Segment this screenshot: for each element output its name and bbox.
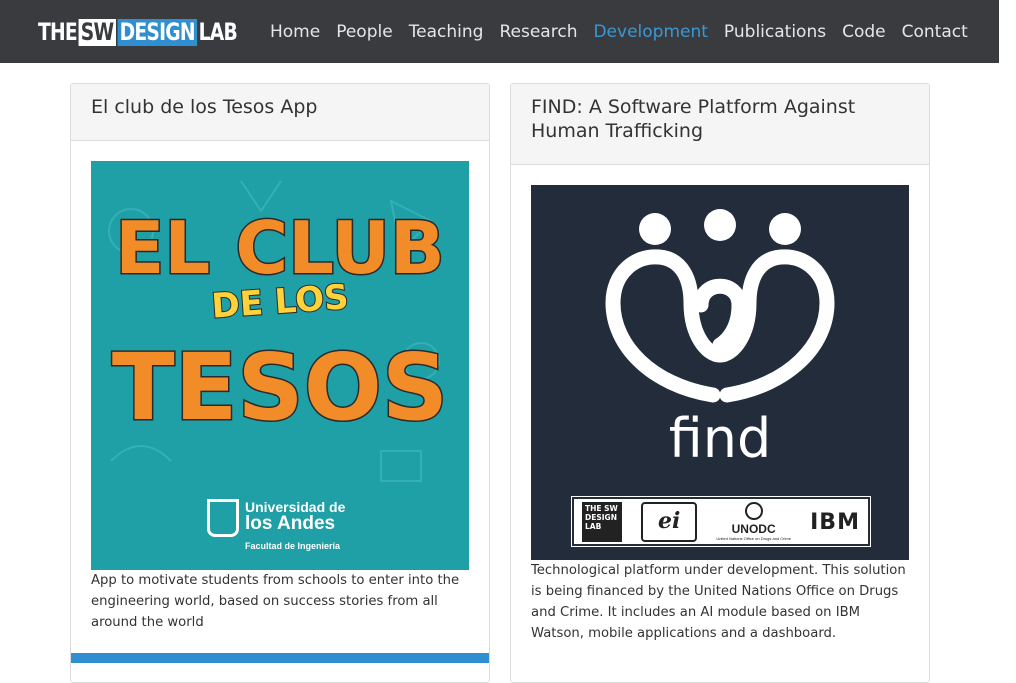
nav-link-contact[interactable]: Contact [894,22,976,42]
nav-menu: Home People Teaching Research Developmen… [262,0,976,63]
find-poster-image[interactable]: find THE SW DESIGN LAB ei UNODC United N… [531,185,909,560]
institution-name-2: los Andes [245,513,336,534]
logo-text-sw: SW [78,19,116,46]
partner-ibm-logo: IBM [810,508,860,535]
partner-unodc-logo: UNODC United Nations Office on Drugs and… [716,502,791,541]
institution-faculty: Facultad de Ingeniería [245,541,341,551]
card-title[interactable]: El club de los Tesos App [91,95,469,119]
partner-logos-strip: THE SW DESIGN LAB ei UNODC United Nation… [571,496,871,547]
card-description: Technological platform under development… [531,563,906,641]
tesos-line-2: DE LOS [210,277,350,326]
universidad-de-los-andes-logo: Universidad de los Andes Facultad de Ing… [207,499,347,559]
card-action-bar[interactable] [71,653,489,663]
nav-link-code[interactable]: Code [834,22,894,42]
logo-text-lab: LAB [198,18,238,46]
find-wordmark: find [668,407,772,470]
top-navbar: THE SW DESIGN LAB Home People Teaching R… [0,0,999,63]
unodc-label: UNODC [731,522,776,536]
tesos-poster-image[interactable]: EL CLUB DE LOS TESOS Universidad de los … [91,161,469,570]
nav-link-home[interactable]: Home [262,22,328,42]
card-title[interactable]: FIND: A Software Platform Against Human … [531,95,909,143]
site-logo[interactable]: THE SW DESIGN LAB [38,18,238,46]
un-globe-icon [744,502,763,520]
nav-link-publications[interactable]: Publications [716,22,834,42]
partner-ei-logo: ei [641,501,698,542]
project-card-find: FIND: A Software Platform Against Human … [510,83,930,683]
tesos-line-1: EL CLUB [115,206,445,290]
card-header: El club de los Tesos App [71,84,489,141]
nav-link-development[interactable]: Development [585,22,715,42]
logo-text-design: DESIGN [117,19,198,46]
project-card-tesos: El club de los Tesos App EL CLUB DE LOS … [70,83,490,683]
card-description: App to motivate students from schools to… [91,573,460,630]
logo-text-the: THE [38,18,78,46]
tesos-line-3: TESOS [112,334,448,441]
university-emblem-icon [207,499,239,537]
partner-swlab-logo: THE SW DESIGN LAB [582,501,622,542]
nav-link-people[interactable]: People [328,22,400,42]
nav-link-teaching[interactable]: Teaching [401,22,492,42]
card-header: FIND: A Software Platform Against Human … [511,84,929,165]
nav-link-research[interactable]: Research [491,22,585,42]
unodc-sublabel: United Nations Office on Drugs and Crime [716,536,791,541]
